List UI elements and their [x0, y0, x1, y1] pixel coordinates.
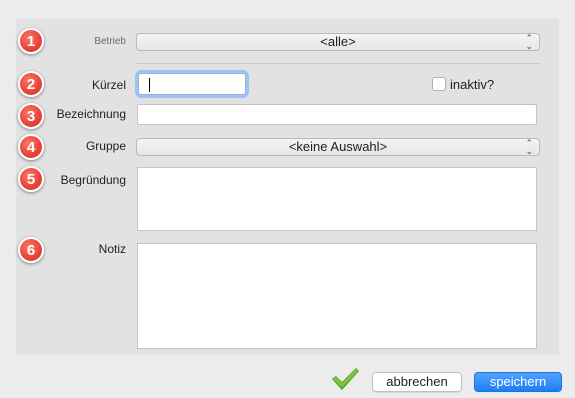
inaktiv-checkbox[interactable]	[432, 77, 446, 91]
up-down-chevron-icon: ⌃ ⌄	[525, 138, 533, 156]
step-badge-1: 1	[18, 28, 44, 54]
betrieb-select-value: <alle>	[320, 34, 356, 49]
bezeichnung-input[interactable]	[137, 104, 537, 125]
step-badge-2: 2	[18, 71, 44, 97]
inaktiv-label[interactable]: inaktiv?	[450, 77, 494, 92]
step-badge-4: 4	[18, 134, 44, 160]
dialog-window: 1 Betrieb <alle> ⌃ ⌄ 2 Kürzel inaktiv? 3 …	[0, 0, 575, 398]
betrieb-select[interactable]: <alle> ⌃ ⌄	[136, 33, 540, 51]
up-down-chevron-icon: ⌃ ⌄	[525, 33, 533, 51]
bezeichnung-label: Bezeichnung	[56, 107, 126, 121]
text-caret	[149, 78, 150, 92]
gruppe-select[interactable]: <keine Auswahl> ⌃ ⌄	[136, 138, 540, 156]
begruendung-textarea[interactable]	[137, 167, 537, 231]
checkmark-icon[interactable]	[329, 366, 361, 392]
notiz-textarea[interactable]	[137, 243, 537, 349]
step-badge-6: 6	[18, 237, 44, 263]
cancel-button[interactable]: abbrechen	[372, 372, 462, 392]
gruppe-select-value: <keine Auswahl>	[288, 139, 388, 154]
betrieb-label: Betrieb	[94, 36, 126, 47]
notiz-label: Notiz	[98, 242, 126, 256]
kuerzel-label: Kürzel	[91, 78, 126, 92]
gruppe-label: Gruppe	[85, 139, 126, 153]
section-divider	[136, 63, 540, 64]
kuerzel-input[interactable]	[138, 73, 246, 95]
begruendung-label: Begründung	[60, 173, 126, 187]
save-button[interactable]: speichern	[474, 372, 562, 392]
